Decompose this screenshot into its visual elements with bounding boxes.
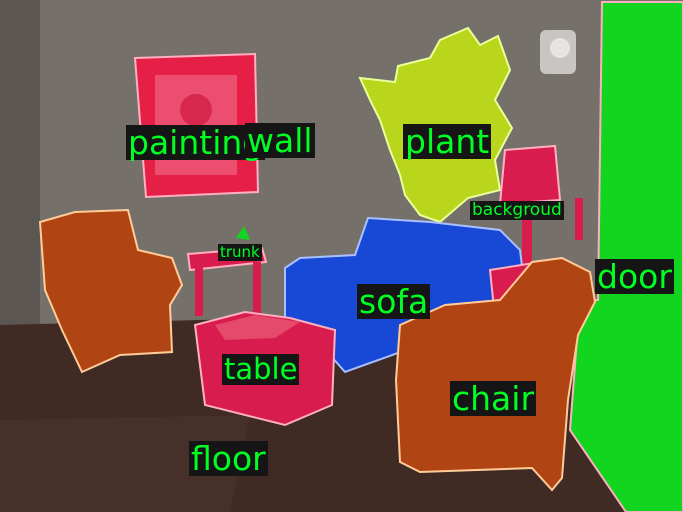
wall-lamp-fixture	[540, 30, 576, 74]
label-door: door	[595, 257, 674, 296]
label-background: backgroud	[470, 200, 564, 220]
label-wall: wall	[245, 121, 315, 160]
label-floor: floor	[189, 439, 268, 478]
label-sofa: sofa	[357, 282, 431, 321]
label-trunk: trunk	[218, 243, 262, 261]
wall-shadow-left	[0, 0, 40, 330]
label-chair: chair	[450, 379, 537, 418]
label-table: table	[222, 352, 300, 386]
segmentation-masks	[0, 0, 683, 512]
label-plant: plant	[403, 122, 492, 161]
segmentation-scene: painting wall plant backgroud trunk door…	[0, 0, 683, 512]
